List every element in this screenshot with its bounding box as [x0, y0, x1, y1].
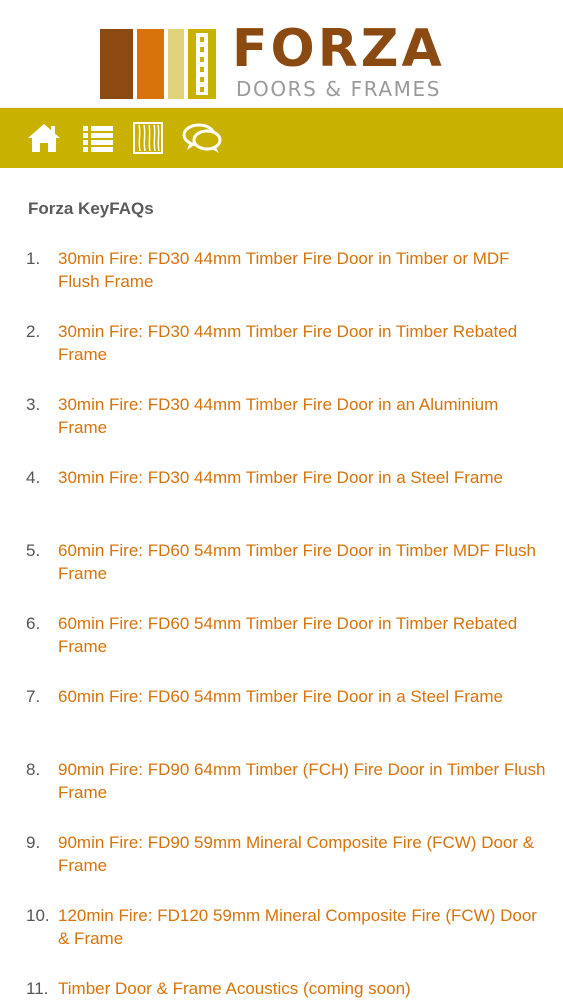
faq-item-link[interactable]: 30min Fire: FD30 44mm Timber Fire Door i…	[58, 320, 548, 366]
faq-list: 1. 30min Fire: FD30 44mm Timber Fire Doo…	[0, 247, 563, 1000]
faq-item-number: 11.	[26, 979, 49, 998]
faq-item-number: 6.	[26, 614, 41, 633]
faq-list-item: 8. 90min Fire: FD90 64mm Timber (FCH) Fi…	[0, 758, 563, 831]
faq-item-link[interactable]: 60min Fire: FD60 54mm Timber Fire Door i…	[58, 685, 548, 708]
faq-list-item: 5. 60min Fire: FD60 54mm Timber Fire Doo…	[0, 539, 563, 612]
faq-heading: Forza KeyFAQs	[28, 199, 154, 218]
faq-item-number: 8.	[26, 760, 41, 779]
chat-bubbles-icon[interactable]	[182, 122, 222, 154]
faq-item-link[interactable]: 90min Fire: FD90 59mm Mineral Composite …	[58, 831, 548, 877]
faq-item-link[interactable]: 30min Fire: FD30 44mm Timber Fire Door i…	[58, 393, 548, 439]
faq-item-number: 7.	[26, 687, 41, 706]
nav-bar	[0, 108, 563, 168]
faq-list-item: 9. 90min Fire: FD90 59mm Mineral Composi…	[0, 831, 563, 904]
page: FORZA DOORS & FRAMES Forza KeyFAQs 1. 30…	[0, 0, 563, 1000]
faq-list-item: 1. 30min Fire: FD30 44mm Timber Fire Doo…	[0, 247, 563, 320]
faq-item-number: 10.	[26, 906, 50, 925]
faq-item-number: 2.	[26, 322, 41, 341]
forza-logo-icon	[100, 29, 216, 99]
faq-item-link[interactable]: 90min Fire: FD90 64mm Timber (FCH) Fire …	[58, 758, 548, 804]
faq-item-number: 9.	[26, 833, 41, 852]
faq-list-item: 6. 60min Fire: FD60 54mm Timber Fire Doo…	[0, 612, 563, 685]
list-icon[interactable]	[82, 122, 116, 154]
faq-item-number: 3.	[26, 395, 41, 414]
faq-item-link[interactable]: 60min Fire: FD60 54mm Timber Fire Door i…	[58, 539, 548, 585]
faq-item-link[interactable]: Timber Door & Frame Acoustics (coming so…	[58, 977, 548, 1000]
faq-item-link[interactable]: 30min Fire: FD30 44mm Timber Fire Door i…	[58, 247, 548, 293]
header: FORZA DOORS & FRAMES	[0, 0, 563, 108]
faq-item-link[interactable]: 120min Fire: FD120 59mm Mineral Composit…	[58, 904, 548, 950]
home-icon[interactable]	[26, 122, 60, 154]
faq-list-item: 11. Timber Door & Frame Acoustics (comin…	[0, 977, 563, 1000]
brand-tagline: DOORS & FRAMES	[236, 77, 442, 101]
faq-item-number: 1.	[26, 249, 41, 268]
faq-list-item: 2. 30min Fire: FD30 44mm Timber Fire Doo…	[0, 320, 563, 393]
faq-list-item: 3. 30min Fire: FD30 44mm Timber Fire Doo…	[0, 393, 563, 466]
faq-item-link[interactable]: 60min Fire: FD60 54mm Timber Fire Door i…	[58, 612, 548, 658]
faq-list-item: 10. 120min Fire: FD120 59mm Mineral Comp…	[0, 904, 563, 977]
faq-content: Forza KeyFAQs 1. 30min Fire: FD30 44mm T…	[0, 168, 563, 1000]
faq-list-item: 7. 60min Fire: FD60 54mm Timber Fire Doo…	[0, 685, 563, 758]
faq-list-item: 4. 30min Fire: FD30 44mm Timber Fire Doo…	[0, 466, 563, 539]
brand-name: FORZA	[232, 19, 445, 79]
faq-item-number: 4.	[26, 468, 41, 487]
door-grain-icon[interactable]	[133, 122, 167, 154]
faq-item-link[interactable]: 30min Fire: FD30 44mm Timber Fire Door i…	[58, 466, 548, 489]
faq-item-number: 5.	[26, 541, 41, 560]
